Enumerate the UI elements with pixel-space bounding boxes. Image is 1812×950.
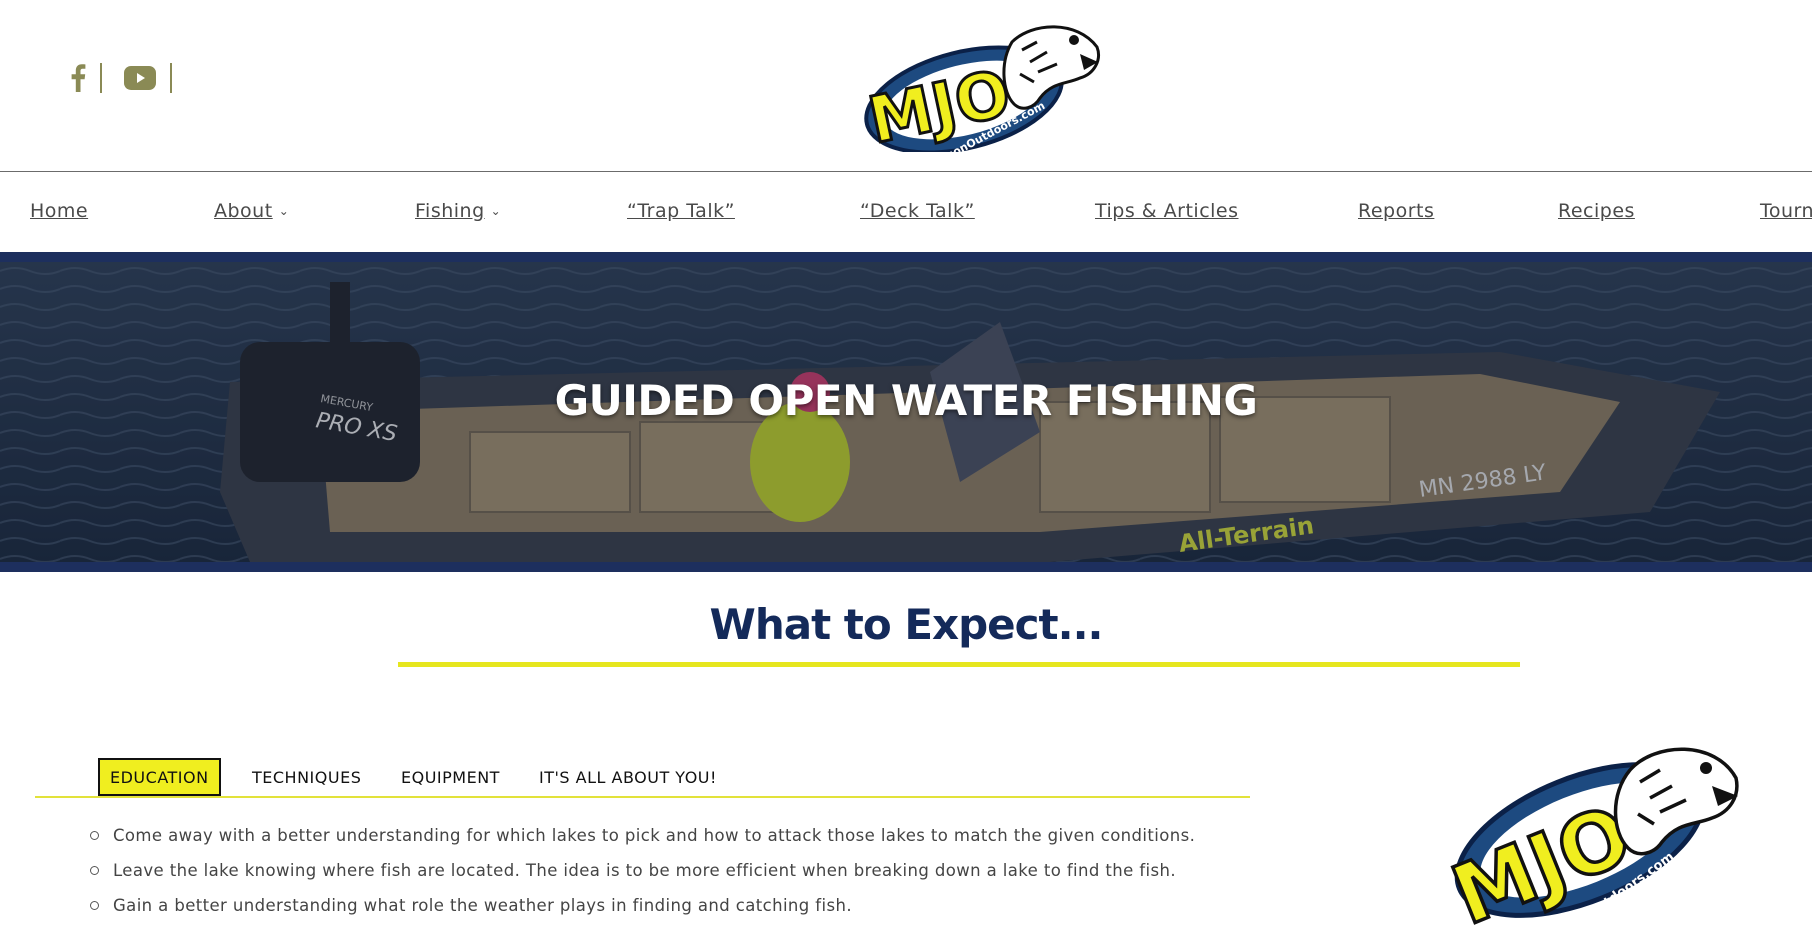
list-item: Leave the lake knowing where fish are lo…	[90, 853, 1290, 888]
nav-item-reports[interactable]: Reports	[1358, 200, 1434, 222]
nav-item-trap-talk[interactable]: “Trap Talk”	[627, 200, 735, 222]
tab-all-about-you[interactable]: IT'S ALL ABOUT YOU!	[539, 758, 717, 796]
hero-banner: MN 2988 LY All-Terrain MERCURY PRO XS GU…	[0, 252, 1812, 572]
bullet-icon	[90, 901, 99, 910]
list-item: Gain a better understanding what role th…	[90, 888, 1290, 923]
hero-title: GUIDED OPEN WATER FISHING	[554, 376, 1258, 425]
main-nav: Home About ⌄ Fishing ⌄ “Trap Talk” “Deck T…	[0, 172, 1812, 252]
nav-item-about[interactable]: About ⌄	[214, 200, 289, 222]
social-separator	[170, 63, 172, 93]
nav-item-recipes[interactable]: Recipes	[1558, 200, 1635, 222]
facebook-icon[interactable]	[70, 60, 86, 96]
social-links	[70, 60, 194, 96]
social-separator	[100, 63, 102, 93]
tab-techniques[interactable]: TECHNIQUES	[252, 758, 361, 796]
list-item: Come away with a better understanding fo…	[90, 818, 1290, 853]
tab-bar: EDUCATION TECHNIQUES EQUIPMENT IT'S ALL …	[35, 756, 1250, 798]
tab-education[interactable]: EDUCATION	[98, 758, 221, 796]
nav-item-home[interactable]: Home	[30, 200, 88, 222]
heading-underline	[398, 662, 1520, 667]
nav-item-tips-articles[interactable]: Tips & Articles	[1095, 200, 1239, 222]
site-logo[interactable]: MJO MattJohnsonOutdoors.com	[861, 12, 1102, 188]
chevron-down-icon: ⌄	[490, 204, 502, 218]
nav-item-deck-talk[interactable]: “Deck Talk”	[860, 200, 975, 222]
bullet-icon	[90, 866, 99, 875]
chevron-down-icon: ⌄	[278, 204, 290, 218]
nav-item-fishing[interactable]: Fishing ⌄	[415, 200, 501, 222]
site-header: MJO MattJohnsonOutdoors.com	[0, 0, 1812, 188]
nav-item-tournaments[interactable]: Tourn	[1760, 200, 1812, 222]
section-heading: What to Expect...	[709, 600, 1104, 649]
youtube-icon[interactable]	[124, 60, 156, 96]
tab-equipment[interactable]: EQUIPMENT	[401, 758, 500, 796]
bullet-icon	[90, 831, 99, 840]
side-logo: MJO MattJohnsonOutdoors.com	[1438, 730, 1740, 950]
tab-content-list: Come away with a better understanding fo…	[90, 818, 1290, 923]
